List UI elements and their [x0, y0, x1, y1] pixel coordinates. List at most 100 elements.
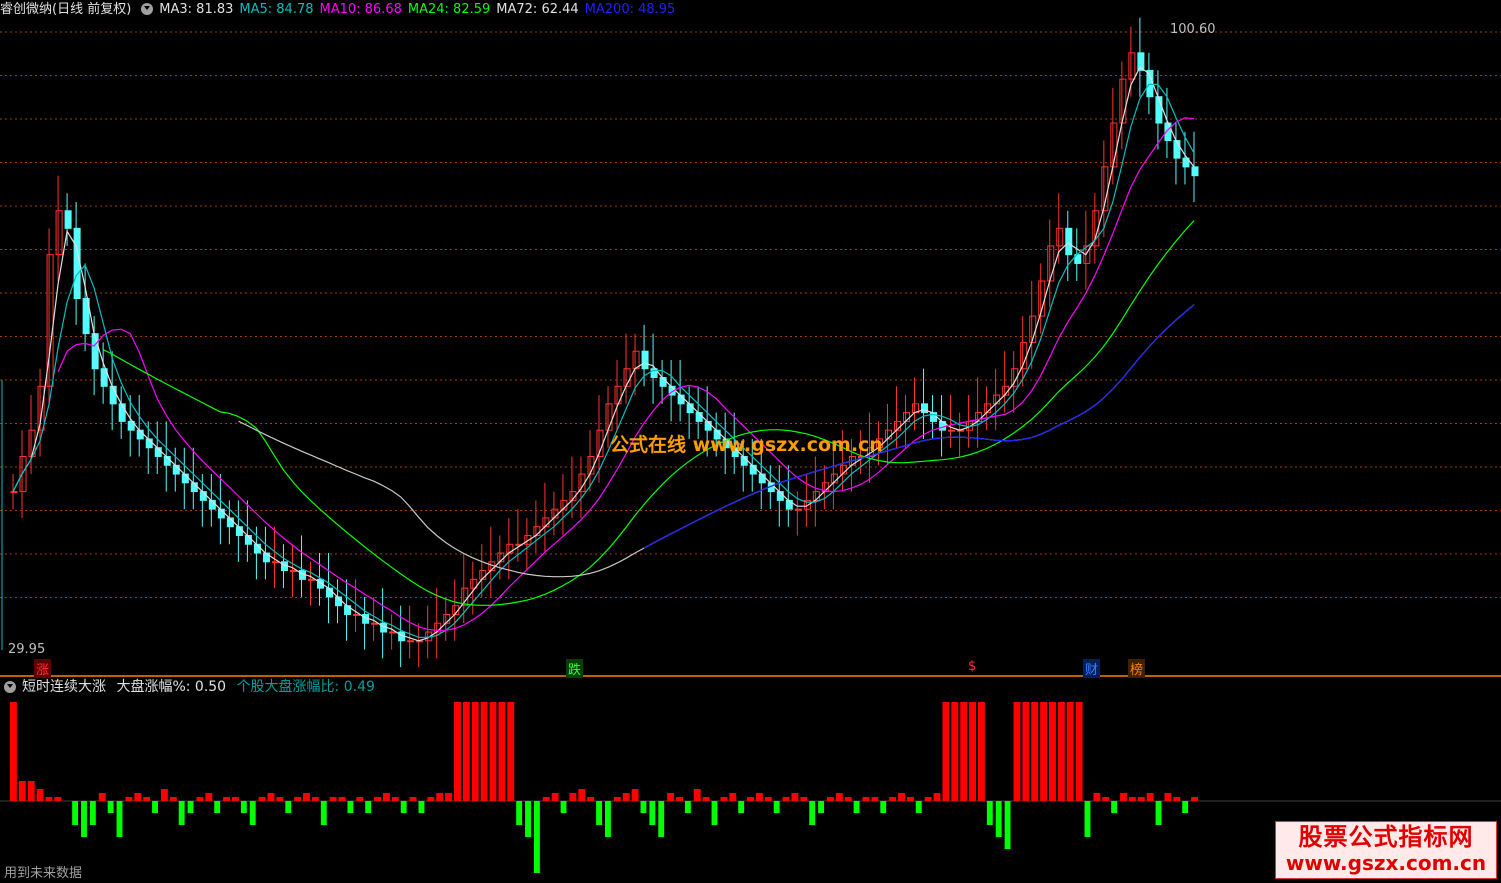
indicator-param2: 个股大盘涨幅比: 0.49: [236, 679, 375, 695]
candle-body: [948, 429, 956, 432]
osc-bar-up: [498, 702, 506, 801]
candle-body: [55, 210, 63, 256]
osc-bar-up: [276, 797, 284, 801]
osc-bar-up: [622, 793, 630, 801]
candle-body: [1056, 227, 1064, 247]
osc-bar-down: [89, 801, 96, 825]
osc-bar-up: [871, 797, 879, 801]
osc-bar-down: [986, 801, 993, 825]
osc-bar-up: [960, 702, 968, 801]
osc-bar-up: [764, 797, 772, 801]
osc-bar-up: [143, 797, 151, 801]
osc-bar-up: [862, 797, 870, 801]
osc-bar-up: [720, 797, 728, 801]
osc-bar-up: [1013, 702, 1021, 801]
stock-title: 睿创微纳(日线 前复权): [0, 2, 132, 17]
osc-bar-up: [1093, 793, 1101, 801]
ma200-line: [643, 304, 1195, 549]
candle-body: [19, 455, 27, 493]
osc-bar-down: [347, 801, 354, 813]
osc-bar-down: [320, 801, 327, 825]
osc-bar-up: [924, 797, 932, 801]
candle-body: [641, 350, 649, 370]
osc-bar-up: [906, 797, 914, 801]
osc-bar-down: [915, 801, 922, 813]
osc-bar-down: [809, 801, 816, 825]
settings-dropdown-icon[interactable]: [141, 3, 154, 15]
osc-bar-down: [107, 801, 114, 813]
osc-bar-up: [205, 793, 213, 801]
osc-bar-up: [356, 797, 364, 801]
osc-bar-up: [755, 793, 763, 801]
osc-bar-up: [800, 797, 808, 801]
osc-bar-up: [1146, 793, 1154, 801]
osc-bar-up: [507, 702, 515, 801]
ma24-line: [102, 220, 1195, 606]
logo-url: www.gszx.com.cn: [1285, 851, 1487, 875]
osc-bar-up: [747, 797, 754, 801]
osc-bar-up: [578, 789, 586, 801]
osc-bar-up: [942, 702, 950, 801]
osc-bar-up: [587, 797, 595, 801]
osc-bar-up: [889, 797, 897, 801]
low-price-label: 29.95: [8, 642, 46, 657]
osc-bar-up: [18, 781, 26, 801]
osc-bar-up: [311, 797, 319, 801]
candle-body: [1065, 227, 1073, 256]
osc-bar-down: [1111, 801, 1118, 813]
osc-bar-up: [391, 797, 399, 801]
event-tag-dollar[interactable]: $: [966, 659, 978, 674]
candle-body: [794, 508, 802, 511]
osc-bar-up: [977, 702, 985, 801]
indicator-param1: 大盘涨幅%: 0.50: [116, 679, 227, 695]
ma24-label: MA24: 82.59: [407, 2, 491, 17]
osc-bar-up: [791, 793, 799, 801]
osc-bar-up: [702, 797, 710, 801]
osc-bar-down: [1155, 801, 1162, 825]
osc-bar-down: [853, 801, 860, 813]
osc-bar-up: [382, 793, 390, 801]
osc-bar-up: [951, 702, 959, 801]
osc-bar-up: [835, 793, 843, 801]
future-data-note: 用到未来数据: [4, 866, 83, 881]
ma3-label: MA3: 81.83: [159, 2, 234, 17]
candle-body: [271, 561, 279, 564]
main-header: 睿创微纳(日线 前复权) MA3: 81.83 MA5: 84.78 MA10: 86…: [0, 0, 681, 20]
event-tag-zhang[interactable]: 涨: [34, 659, 52, 678]
osc-bar-down: [995, 801, 1002, 837]
watermark-text: 公式在线 www.gszx.com.cn: [610, 434, 883, 456]
event-tag-die[interactable]: 跌: [566, 659, 584, 678]
osc-bar-up: [98, 793, 106, 801]
osc-bar-down: [560, 801, 567, 813]
event-tag-cai[interactable]: 财: [1083, 659, 1101, 678]
osc-bar-down: [285, 801, 292, 813]
candle-body: [353, 613, 361, 616]
osc-bar-down: [516, 801, 523, 825]
ma72-label: MA72: 62.44: [496, 2, 579, 17]
osc-bar-up: [898, 793, 905, 801]
osc-bar-up: [1022, 702, 1030, 801]
candle-body: [614, 385, 622, 405]
candle-body: [73, 227, 81, 300]
osc-bar-up: [1164, 793, 1172, 801]
osc-bar-down: [658, 801, 665, 837]
osc-bar-up: [196, 797, 204, 801]
osc-bar-up: [1102, 797, 1110, 801]
event-tag-bang[interactable]: 榜: [1128, 659, 1146, 678]
osc-bar-up: [1191, 797, 1198, 801]
indicator-menu-icon[interactable]: [4, 681, 16, 693]
osc-bar-up: [933, 793, 941, 801]
osc-bar-up: [258, 797, 266, 801]
osc-bar-down: [605, 801, 611, 837]
osc-bar-up: [10, 702, 17, 801]
osc-bar-up: [782, 797, 790, 801]
osc-bar-down: [533, 801, 540, 873]
osc-bar-down: [116, 801, 123, 837]
site-logo[interactable]: 股票公式指标网 www.gszx.com.cn: [1275, 821, 1497, 879]
osc-bar-down: [249, 801, 256, 825]
osc-bar-down: [773, 801, 780, 813]
ma5-label: MA5: 84.78: [239, 2, 314, 17]
candle-body: [371, 622, 379, 625]
osc-bar-up: [551, 793, 559, 801]
candle-body: [289, 570, 297, 573]
